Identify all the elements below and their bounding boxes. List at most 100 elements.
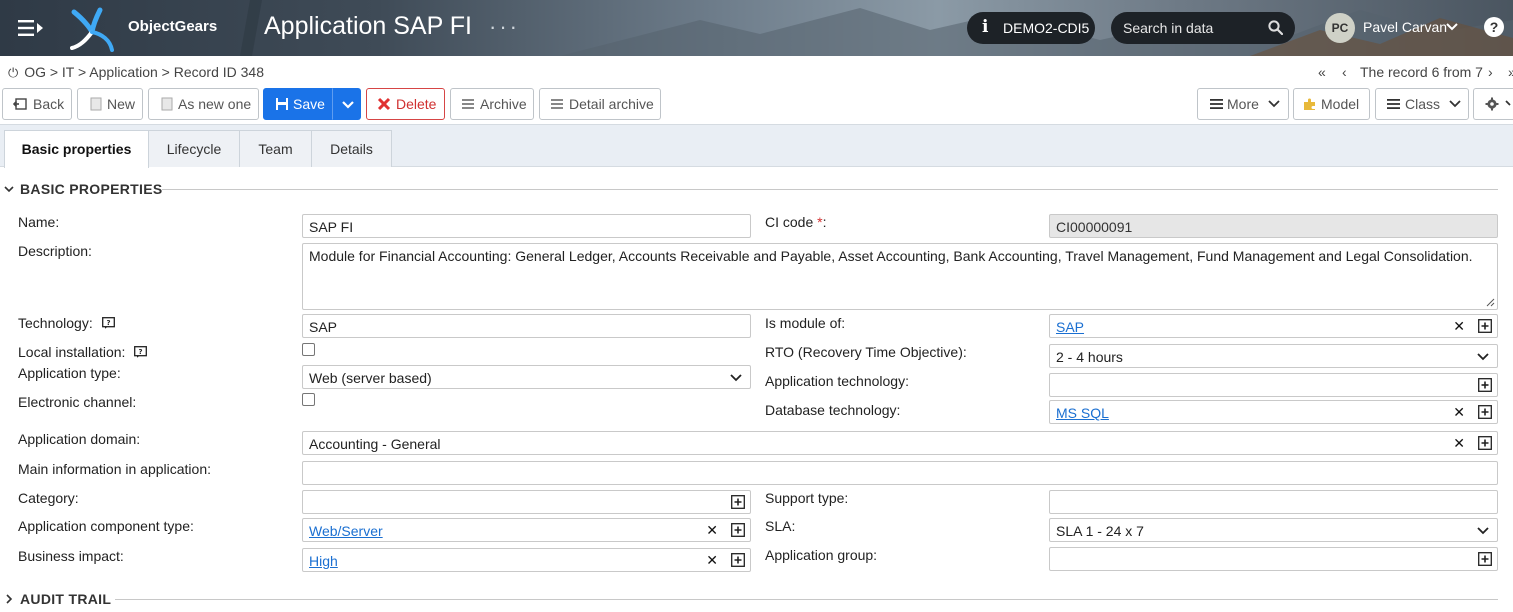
chevron-down-icon xyxy=(1477,353,1489,361)
add-icon[interactable] xyxy=(731,523,745,537)
business-impact-link[interactable]: High xyxy=(309,553,338,569)
tab-team[interactable]: Team xyxy=(239,130,312,167)
application-technology-field[interactable] xyxy=(1049,373,1498,397)
sla-select[interactable]: SLA 1 - 24 x 7 xyxy=(1049,518,1498,542)
section-divider xyxy=(162,189,1498,190)
objectgears-logo-icon[interactable] xyxy=(70,6,116,52)
main-information-field[interactable] xyxy=(302,461,1498,485)
first-record-icon[interactable]: « xyxy=(1318,64,1326,80)
section-basic-properties[interactable]: BASIC PROPERTIES xyxy=(4,181,163,197)
as-new-one-button[interactable]: As new one xyxy=(148,88,259,120)
name-field[interactable]: SAP FI xyxy=(302,214,751,238)
section-title: AUDIT TRAIL xyxy=(20,591,112,607)
search-input[interactable] xyxy=(1123,19,1263,37)
add-icon[interactable] xyxy=(1478,552,1492,566)
breadcrumb-path[interactable]: OG > IT > Application > Record ID 348 xyxy=(24,64,264,80)
page-title: Application SAP FI xyxy=(264,12,472,40)
next-record-icon[interactable]: › xyxy=(1488,64,1493,80)
add-icon[interactable] xyxy=(1478,378,1492,392)
menu-icon[interactable] xyxy=(18,17,44,39)
ci-code-colon: : xyxy=(822,214,827,230)
description-field[interactable]: Module for Financial Accounting: General… xyxy=(302,243,1498,310)
database-technology-link[interactable]: MS SQL xyxy=(1056,405,1109,421)
search-icon[interactable] xyxy=(1268,20,1283,35)
add-icon[interactable] xyxy=(1478,405,1492,419)
chevron-down-icon xyxy=(730,374,742,382)
rto-value: 2 - 4 hours xyxy=(1056,349,1123,365)
tab-details[interactable]: Details xyxy=(311,130,392,167)
database-technology-field[interactable]: MS SQL ✕ xyxy=(1049,400,1498,424)
rto-select[interactable]: 2 - 4 hours xyxy=(1049,344,1498,368)
new-label: New xyxy=(107,96,136,112)
application-type-label: Application type: xyxy=(18,365,121,381)
record-navigation: « ‹ The record 6 from 7 › » xyxy=(1313,64,1513,80)
tab-lifecycle[interactable]: Lifecycle xyxy=(148,130,240,167)
support-type-field[interactable] xyxy=(1049,490,1498,514)
clear-icon[interactable]: ✕ xyxy=(1453,404,1465,421)
power-icon[interactable]: ⏻ xyxy=(8,65,18,80)
component-type-field[interactable]: Web/Server ✕ xyxy=(302,518,751,542)
is-module-of-link[interactable]: SAP xyxy=(1056,319,1084,335)
resize-grip-icon[interactable] xyxy=(1485,297,1495,307)
clear-icon[interactable]: ✕ xyxy=(706,552,718,569)
breadcrumb[interactable]: ⏻ OG > IT > Application > Record ID 348 xyxy=(8,64,264,81)
title-dots: ··· xyxy=(489,14,520,39)
add-icon[interactable] xyxy=(731,553,745,567)
info-icon: i xyxy=(982,17,989,37)
add-icon[interactable] xyxy=(1478,319,1492,333)
is-module-of-field[interactable]: SAP ✕ xyxy=(1049,314,1498,338)
chevron-down-icon[interactable] xyxy=(1445,20,1459,34)
chevron-down-icon xyxy=(4,186,14,193)
archive-button[interactable]: Archive xyxy=(450,88,534,120)
business-impact-field[interactable]: High ✕ xyxy=(302,548,751,572)
tab-basic-properties[interactable]: Basic properties xyxy=(4,130,149,168)
avatar[interactable]: PC xyxy=(1325,13,1355,43)
search-box[interactable] xyxy=(1111,12,1295,44)
add-icon[interactable] xyxy=(1478,436,1492,450)
new-button[interactable]: New xyxy=(77,88,143,120)
local-installation-checkbox[interactable] xyxy=(302,343,315,356)
copy-document-icon xyxy=(161,97,173,111)
local-installation-label-text: Local installation: xyxy=(18,344,126,360)
delete-button[interactable]: Delete xyxy=(366,88,445,120)
back-button[interactable]: Back xyxy=(2,88,72,120)
chevron-down-icon xyxy=(1268,100,1280,108)
add-icon[interactable] xyxy=(731,495,745,509)
settings-button[interactable] xyxy=(1473,88,1513,120)
as-new-one-label: As new one xyxy=(178,96,252,112)
section-audit-trail[interactable]: AUDIT TRAIL xyxy=(4,591,111,607)
application-domain-field[interactable]: Accounting - General ✕ xyxy=(302,431,1498,455)
puzzle-icon xyxy=(1304,98,1315,110)
save-button[interactable]: Save xyxy=(263,88,332,120)
help-hint-icon[interactable]: ? xyxy=(101,317,115,329)
last-record-icon[interactable]: » xyxy=(1508,64,1513,80)
help-icon[interactable]: ? xyxy=(1484,17,1504,37)
clear-icon[interactable]: ✕ xyxy=(706,522,718,539)
sla-value: SLA 1 - 24 x 7 xyxy=(1056,523,1144,539)
electronic-channel-checkbox[interactable] xyxy=(302,393,315,406)
clear-icon[interactable]: ✕ xyxy=(1453,318,1465,335)
list-icon xyxy=(1387,99,1400,109)
technology-field[interactable]: SAP xyxy=(302,314,751,338)
business-impact-label: Business impact: xyxy=(18,548,124,564)
user-name[interactable]: Pavel Carvan xyxy=(1363,19,1447,35)
help-hint-icon[interactable]: ? xyxy=(134,346,148,358)
brand-name[interactable]: ObjectGears xyxy=(128,18,217,35)
clear-icon[interactable]: ✕ xyxy=(1453,435,1465,452)
application-technology-label: Application technology: xyxy=(765,373,909,389)
support-type-label: Support type: xyxy=(765,490,849,506)
save-options-button[interactable] xyxy=(332,88,361,120)
list-icon xyxy=(1210,99,1223,109)
detail-archive-button[interactable]: Detail archive xyxy=(539,88,661,120)
class-label: Class xyxy=(1405,96,1441,112)
category-field[interactable] xyxy=(302,490,751,514)
component-type-link[interactable]: Web/Server xyxy=(309,523,383,539)
application-type-select[interactable]: Web (server based) xyxy=(302,365,751,389)
class-button[interactable]: Class xyxy=(1375,88,1469,120)
model-button[interactable]: Model xyxy=(1293,88,1370,120)
application-group-field[interactable] xyxy=(1049,547,1498,571)
prev-record-icon[interactable]: ‹ xyxy=(1342,64,1347,80)
environment-badge[interactable]: i DEMO2-CDI5 xyxy=(967,12,1095,44)
more-button[interactable]: More xyxy=(1197,88,1289,120)
chevron-right-icon xyxy=(6,594,13,604)
